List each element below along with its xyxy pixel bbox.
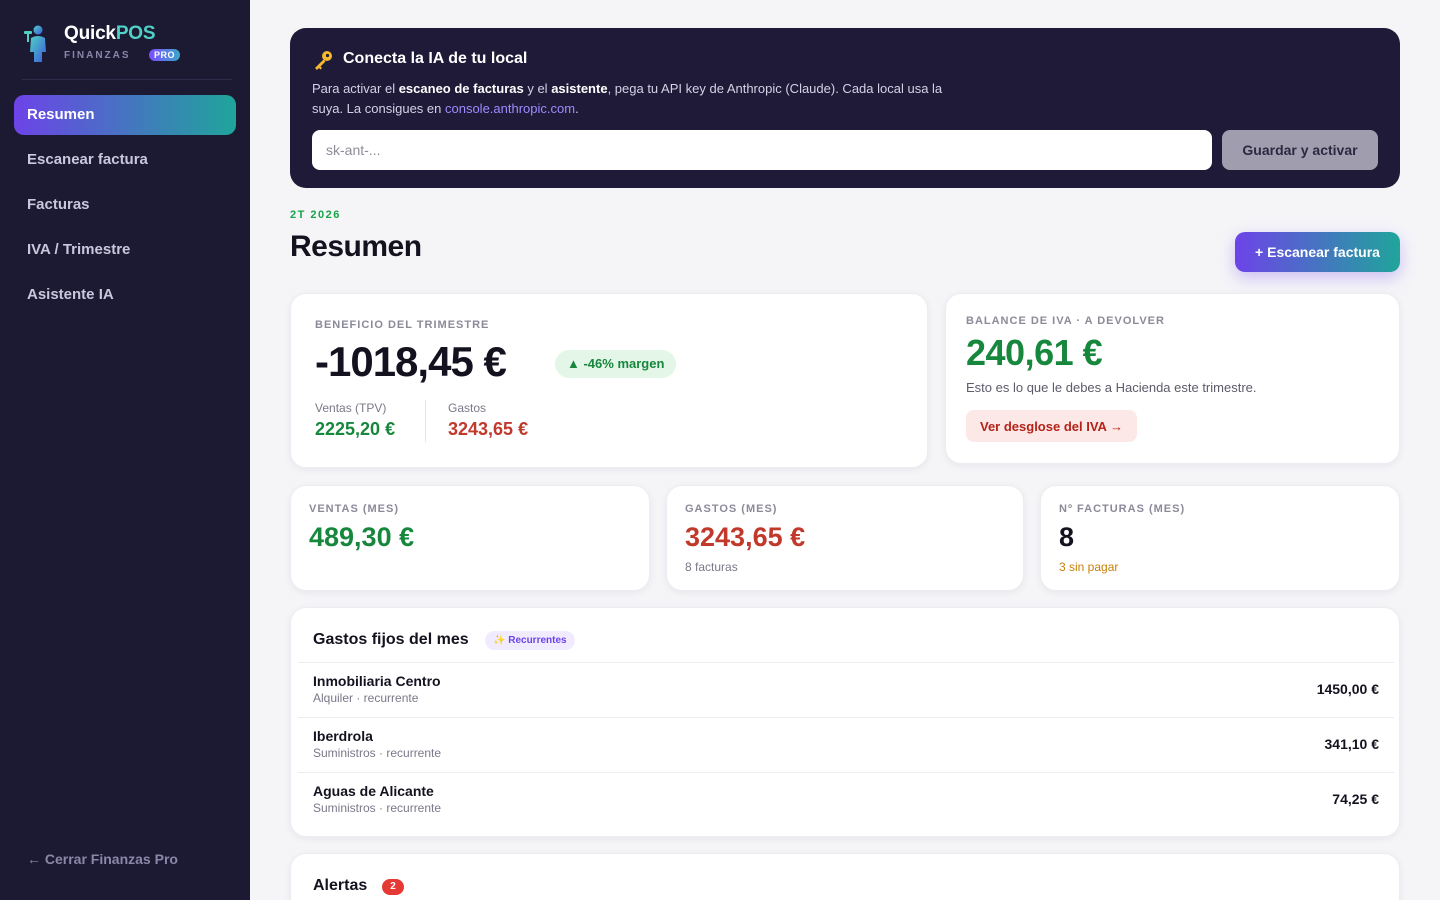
ai-connect-banner: Conecta la IA de tu local Para activar e…: [290, 28, 1400, 188]
expense-meta: Suministros · recurrente: [313, 746, 442, 760]
alerts-card: Alertas 2: [290, 853, 1400, 900]
sidebar-item-resumen[interactable]: Resumen: [14, 95, 236, 135]
key-icon: [315, 51, 332, 70]
monthly-expenses-card: GASTOS (MES) 3243,65 € 8 facturas: [666, 485, 1024, 591]
sidebar-item-facturas[interactable]: Facturas: [14, 185, 236, 225]
anthropic-console-link[interactable]: console.anthropic.com: [445, 101, 575, 116]
expense-name: Inmobiliaria Centro: [313, 673, 441, 689]
pro-badge: PRO: [149, 49, 181, 61]
sidebar: QuickPOS FINANZAS PRO Resumen Escanear f…: [0, 0, 250, 900]
ai-banner-description: Para activar el escaneo de facturas y el…: [312, 81, 943, 116]
save-and-activate-button[interactable]: Guardar y activar: [1222, 130, 1378, 170]
iva-balance-note: Esto es lo que le debes a Hacienda este …: [966, 380, 1257, 395]
alerts-title: Alertas: [313, 877, 368, 894]
iva-balance-value: 240,61 €: [966, 332, 1103, 373]
monthly-sales-label: VENTAS (MES): [309, 503, 400, 515]
main-content: Conecta la IA de tu local Para activar e…: [290, 0, 1400, 900]
brand-name: QuickPOS: [64, 23, 156, 44]
list-item[interactable]: Aguas de Alicante Suministros · recurren…: [298, 772, 1394, 827]
invoice-number-value: 8: [1059, 522, 1075, 552]
expense-name: Aguas de Alicante: [313, 783, 434, 799]
close-finanzas-pro-link[interactable]: ← Cerrar Finanzas Pro: [27, 851, 178, 867]
expense-meta: Suministros · recurrente: [313, 801, 442, 815]
expenses-label: Gastos: [448, 401, 487, 415]
sales-tpv-value: 2225,20 €: [315, 419, 396, 439]
monthly-sales-value: 489,30 €: [309, 522, 415, 552]
unpaid-invoices-count: 3 sin pagar: [1059, 560, 1119, 574]
brand-subtitle: FINANZAS: [64, 50, 131, 61]
monthly-invoice-number-card: Nº FACTURAS (MES) 8 3 sin pagar: [1040, 485, 1400, 591]
recurring-badge: ✨ Recurrentes: [485, 631, 575, 650]
waiter-logo-icon: [24, 25, 46, 62]
profit-value: -1018,45 €: [315, 338, 507, 385]
monthly-invoices-count: 8 facturas: [685, 560, 738, 574]
stat-divider: [425, 400, 426, 442]
margin-badge: ▲ -46% margen: [555, 350, 677, 378]
page-title: Resumen: [290, 230, 422, 263]
fixed-expenses-list: Inmobiliaria Centro Alquiler · recurrent…: [298, 662, 1394, 827]
profit-label: BENEFICIO DEL TRIMESTRE: [315, 319, 490, 331]
expense-amount: 1450,00 €: [1316, 681, 1379, 697]
expense-meta: Alquiler · recurrente: [313, 691, 419, 705]
invoice-number-label: Nº FACTURAS (MES): [1059, 503, 1186, 515]
alerts-count-badge: 2: [382, 879, 404, 895]
sidebar-item-escanear-factura[interactable]: Escanear factura: [14, 140, 236, 180]
api-key-input[interactable]: [312, 130, 1212, 170]
list-item[interactable]: Iberdrola Suministros · recurrente 341,1…: [298, 717, 1394, 772]
list-item[interactable]: Inmobiliaria Centro Alquiler · recurrent…: [298, 662, 1394, 717]
scan-invoice-button[interactable]: + Escanear factura: [1235, 232, 1400, 272]
fixed-expenses-card: Gastos fijos del mes ✨ Recurrentes Inmob…: [290, 607, 1400, 837]
expense-name: Iberdrola: [313, 728, 373, 744]
fixed-expenses-title: Gastos fijos del mes: [313, 631, 469, 648]
quarter-profit-card: BENEFICIO DEL TRIMESTRE -1018,45 € ▲ -46…: [290, 293, 928, 468]
iva-breakdown-button[interactable]: Ver desglose del IVA →: [966, 410, 1138, 442]
expenses-value: 3243,65 €: [448, 419, 529, 439]
sidebar-item-iva-trimestre[interactable]: IVA / Trimestre: [14, 230, 236, 270]
iva-balance-label: BALANCE DE IVA · A DEVOLVER: [966, 315, 1165, 327]
sales-tpv-stat: Ventas (TPV) 2225,20 €: [315, 401, 395, 440]
expense-amount: 74,25 €: [1332, 791, 1379, 807]
iva-balance-card: BALANCE DE IVA · A DEVOLVER 240,61 € Est…: [945, 293, 1400, 464]
monthly-expenses-label: GASTOS (MES): [685, 503, 778, 515]
period-label: 2T 2026: [290, 209, 341, 221]
expenses-stat: Gastos 3243,65 €: [448, 401, 528, 440]
sidebar-nav: Resumen Escanear factura Facturas IVA / …: [14, 95, 236, 320]
expense-amount: 341,10 €: [1324, 736, 1380, 752]
brand[interactable]: QuickPOS FINANZAS PRO: [22, 22, 232, 80]
monthly-sales-card: VENTAS (MES) 489,30 €: [290, 485, 650, 591]
monthly-expenses-value: 3243,65 €: [685, 522, 806, 552]
sidebar-item-asistente-ia[interactable]: Asistente IA: [14, 275, 236, 315]
ai-banner-title: Conecta la IA de tu local: [343, 50, 528, 67]
sales-tpv-label: Ventas (TPV): [315, 401, 387, 415]
